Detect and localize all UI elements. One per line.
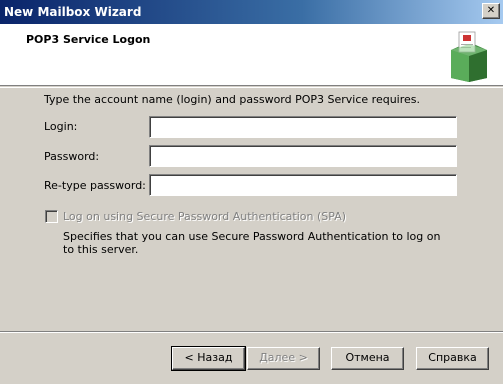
next-button-label: Далее > bbox=[259, 351, 308, 364]
window-title: New Mailbox Wizard bbox=[4, 5, 142, 19]
title-bar: New Mailbox Wizard ✕ bbox=[0, 0, 503, 24]
wizard-header: POP3 Service Logon bbox=[0, 24, 503, 86]
login-input[interactable] bbox=[149, 116, 457, 138]
spa-checkbox-label: Log on using Secure Password Authenticat… bbox=[63, 210, 347, 223]
instruction-text: Type the account name (login) and passwo… bbox=[44, 93, 421, 106]
next-button[interactable]: Далее > bbox=[247, 347, 320, 370]
back-button-label: < Назад bbox=[184, 351, 233, 364]
login-label: Login: bbox=[44, 120, 78, 133]
close-icon: ✕ bbox=[486, 5, 496, 16]
back-button[interactable]: < Назад bbox=[171, 346, 246, 371]
footer-divider-highlight bbox=[0, 332, 503, 333]
spa-checkbox[interactable] bbox=[45, 210, 58, 223]
cancel-button[interactable]: Отмена bbox=[331, 347, 404, 370]
page-title: POP3 Service Logon bbox=[26, 33, 151, 46]
help-button[interactable]: Справка bbox=[416, 347, 489, 370]
spa-description: Specifies that you can use Secure Passwo… bbox=[63, 230, 441, 256]
retype-password-label: Re-type password: bbox=[44, 179, 146, 192]
help-button-label: Справка bbox=[428, 351, 477, 364]
header-divider bbox=[0, 87, 503, 88]
mailbox-icon bbox=[451, 31, 487, 82]
retype-password-input[interactable] bbox=[149, 174, 457, 196]
password-input[interactable] bbox=[149, 145, 457, 167]
cancel-button-label: Отмена bbox=[345, 351, 390, 364]
password-label: Password: bbox=[44, 150, 100, 163]
close-button[interactable]: ✕ bbox=[482, 3, 500, 19]
